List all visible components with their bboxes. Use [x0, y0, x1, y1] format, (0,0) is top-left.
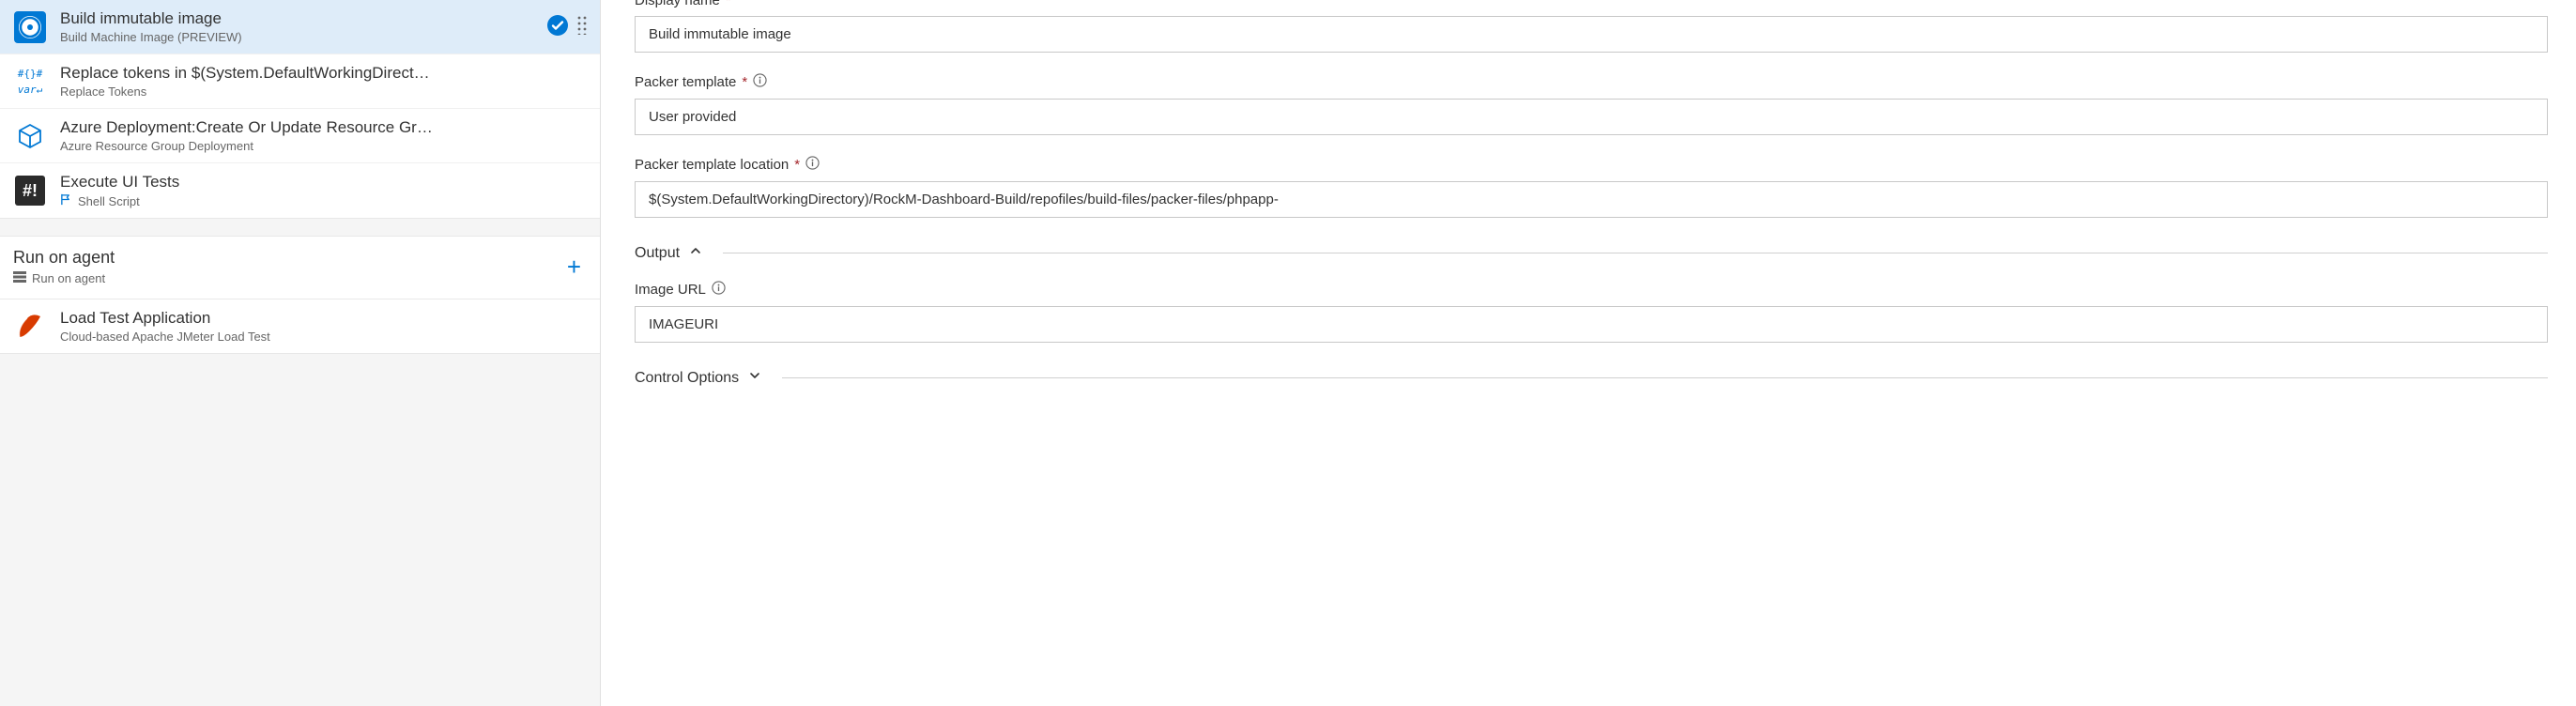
task-subtitle: Replace Tokens [60, 84, 587, 99]
section-control-options[interactable]: Control Options [635, 369, 2548, 387]
field-label: Display name [635, 0, 720, 8]
task-text: Azure Deployment:Create Or Update Resour… [60, 118, 587, 153]
info-icon[interactable] [753, 73, 767, 91]
add-task-button[interactable]: + [561, 253, 587, 282]
task-subtitle: Build Machine Image (PREVIEW) [60, 30, 534, 44]
packer-template-location-input[interactable] [635, 181, 2548, 218]
packer-template-input[interactable] [635, 99, 2548, 135]
svg-text:#!: #! [23, 181, 38, 200]
task-subtitle: Cloud-based Apache JMeter Load Test [60, 330, 587, 344]
field-image-url: Image URL [635, 281, 2548, 343]
field-label: Packer template location [635, 157, 789, 173]
chevron-down-icon [748, 369, 761, 387]
image-url-input[interactable] [635, 306, 2548, 343]
task-subtitle-text: Shell Script [78, 194, 140, 208]
chevron-up-icon [689, 244, 702, 262]
task-subtitle: Azure Resource Group Deployment [60, 139, 587, 153]
svg-text:#{}#: #{}# [18, 68, 43, 80]
task-text: Execute UI Tests Shell Script [60, 173, 587, 208]
jmeter-icon [13, 310, 47, 344]
display-name-input[interactable] [635, 16, 2548, 53]
task-item-build-image[interactable]: Build immutable image Build Machine Imag… [0, 0, 600, 54]
section-title: Output [635, 245, 680, 262]
task-item-replace-tokens[interactable]: #{}# var↵ Replace tokens in $(System.Defa… [0, 54, 600, 109]
drag-handle-icon[interactable] [577, 16, 587, 38]
field-label: Packer template [635, 74, 736, 90]
left-panel: Build immutable image Build Machine Imag… [0, 0, 601, 706]
right-panel: Display name * Packer template * Packer … [601, 0, 2576, 706]
agent-header: Run on agent Run on agent + [13, 248, 587, 285]
field-label-row: Packer template * [635, 73, 2548, 91]
flag-icon [60, 193, 72, 208]
info-icon[interactable] [805, 156, 820, 174]
task-item-azure-deployment[interactable]: Azure Deployment:Create Or Update Resour… [0, 109, 600, 163]
task-subtitle: Shell Script [60, 193, 587, 208]
field-display-name: Display name * [635, 0, 2548, 53]
agent-section[interactable]: Run on agent Run on agent + [0, 236, 600, 299]
server-icon [13, 271, 26, 285]
task-title: Azure Deployment:Create Or Update Resour… [60, 118, 587, 137]
task-title: Build immutable image [60, 9, 534, 28]
task-right [547, 15, 587, 38]
field-packer-template-location: Packer template location * [635, 156, 2548, 218]
field-label-row: Display name * [635, 0, 2548, 8]
agent-subtitle: Run on agent [13, 271, 115, 285]
field-label: Image URL [635, 282, 706, 298]
section-divider [782, 377, 2548, 378]
load-test-group: Load Test Application Cloud-based Apache… [0, 299, 600, 354]
required-indicator: * [742, 74, 747, 90]
task-list: Build immutable image Build Machine Imag… [0, 0, 600, 219]
task-item-load-test[interactable]: Load Test Application Cloud-based Apache… [0, 299, 600, 353]
required-indicator: * [794, 157, 800, 173]
section-output[interactable]: Output [635, 244, 2548, 262]
info-icon[interactable] [712, 281, 726, 299]
shell-icon: #! [13, 174, 47, 207]
section-title: Control Options [635, 370, 739, 387]
field-label-row: Packer template location * [635, 156, 2548, 174]
agent-subtitle-text: Run on agent [32, 271, 105, 285]
task-item-execute-ui-tests[interactable]: #! Execute UI Tests Shell Script [0, 163, 600, 218]
replace-tokens-icon: #{}# var↵ [13, 65, 47, 99]
svg-text:var↵: var↵ [18, 84, 43, 96]
valid-check-icon [547, 15, 568, 38]
agent-title: Run on agent [13, 248, 115, 268]
task-title: Replace tokens in $(System.DefaultWorkin… [60, 64, 587, 83]
required-indicator: * [726, 0, 731, 8]
task-title: Execute UI Tests [60, 173, 587, 192]
cube-icon [13, 119, 47, 153]
task-title: Load Test Application [60, 309, 587, 328]
packer-icon [13, 10, 47, 44]
field-packer-template: Packer template * [635, 73, 2548, 135]
task-text: Load Test Application Cloud-based Apache… [60, 309, 587, 344]
task-text: Replace tokens in $(System.DefaultWorkin… [60, 64, 587, 99]
field-label-row: Image URL [635, 281, 2548, 299]
task-text: Build immutable image Build Machine Imag… [60, 9, 534, 44]
